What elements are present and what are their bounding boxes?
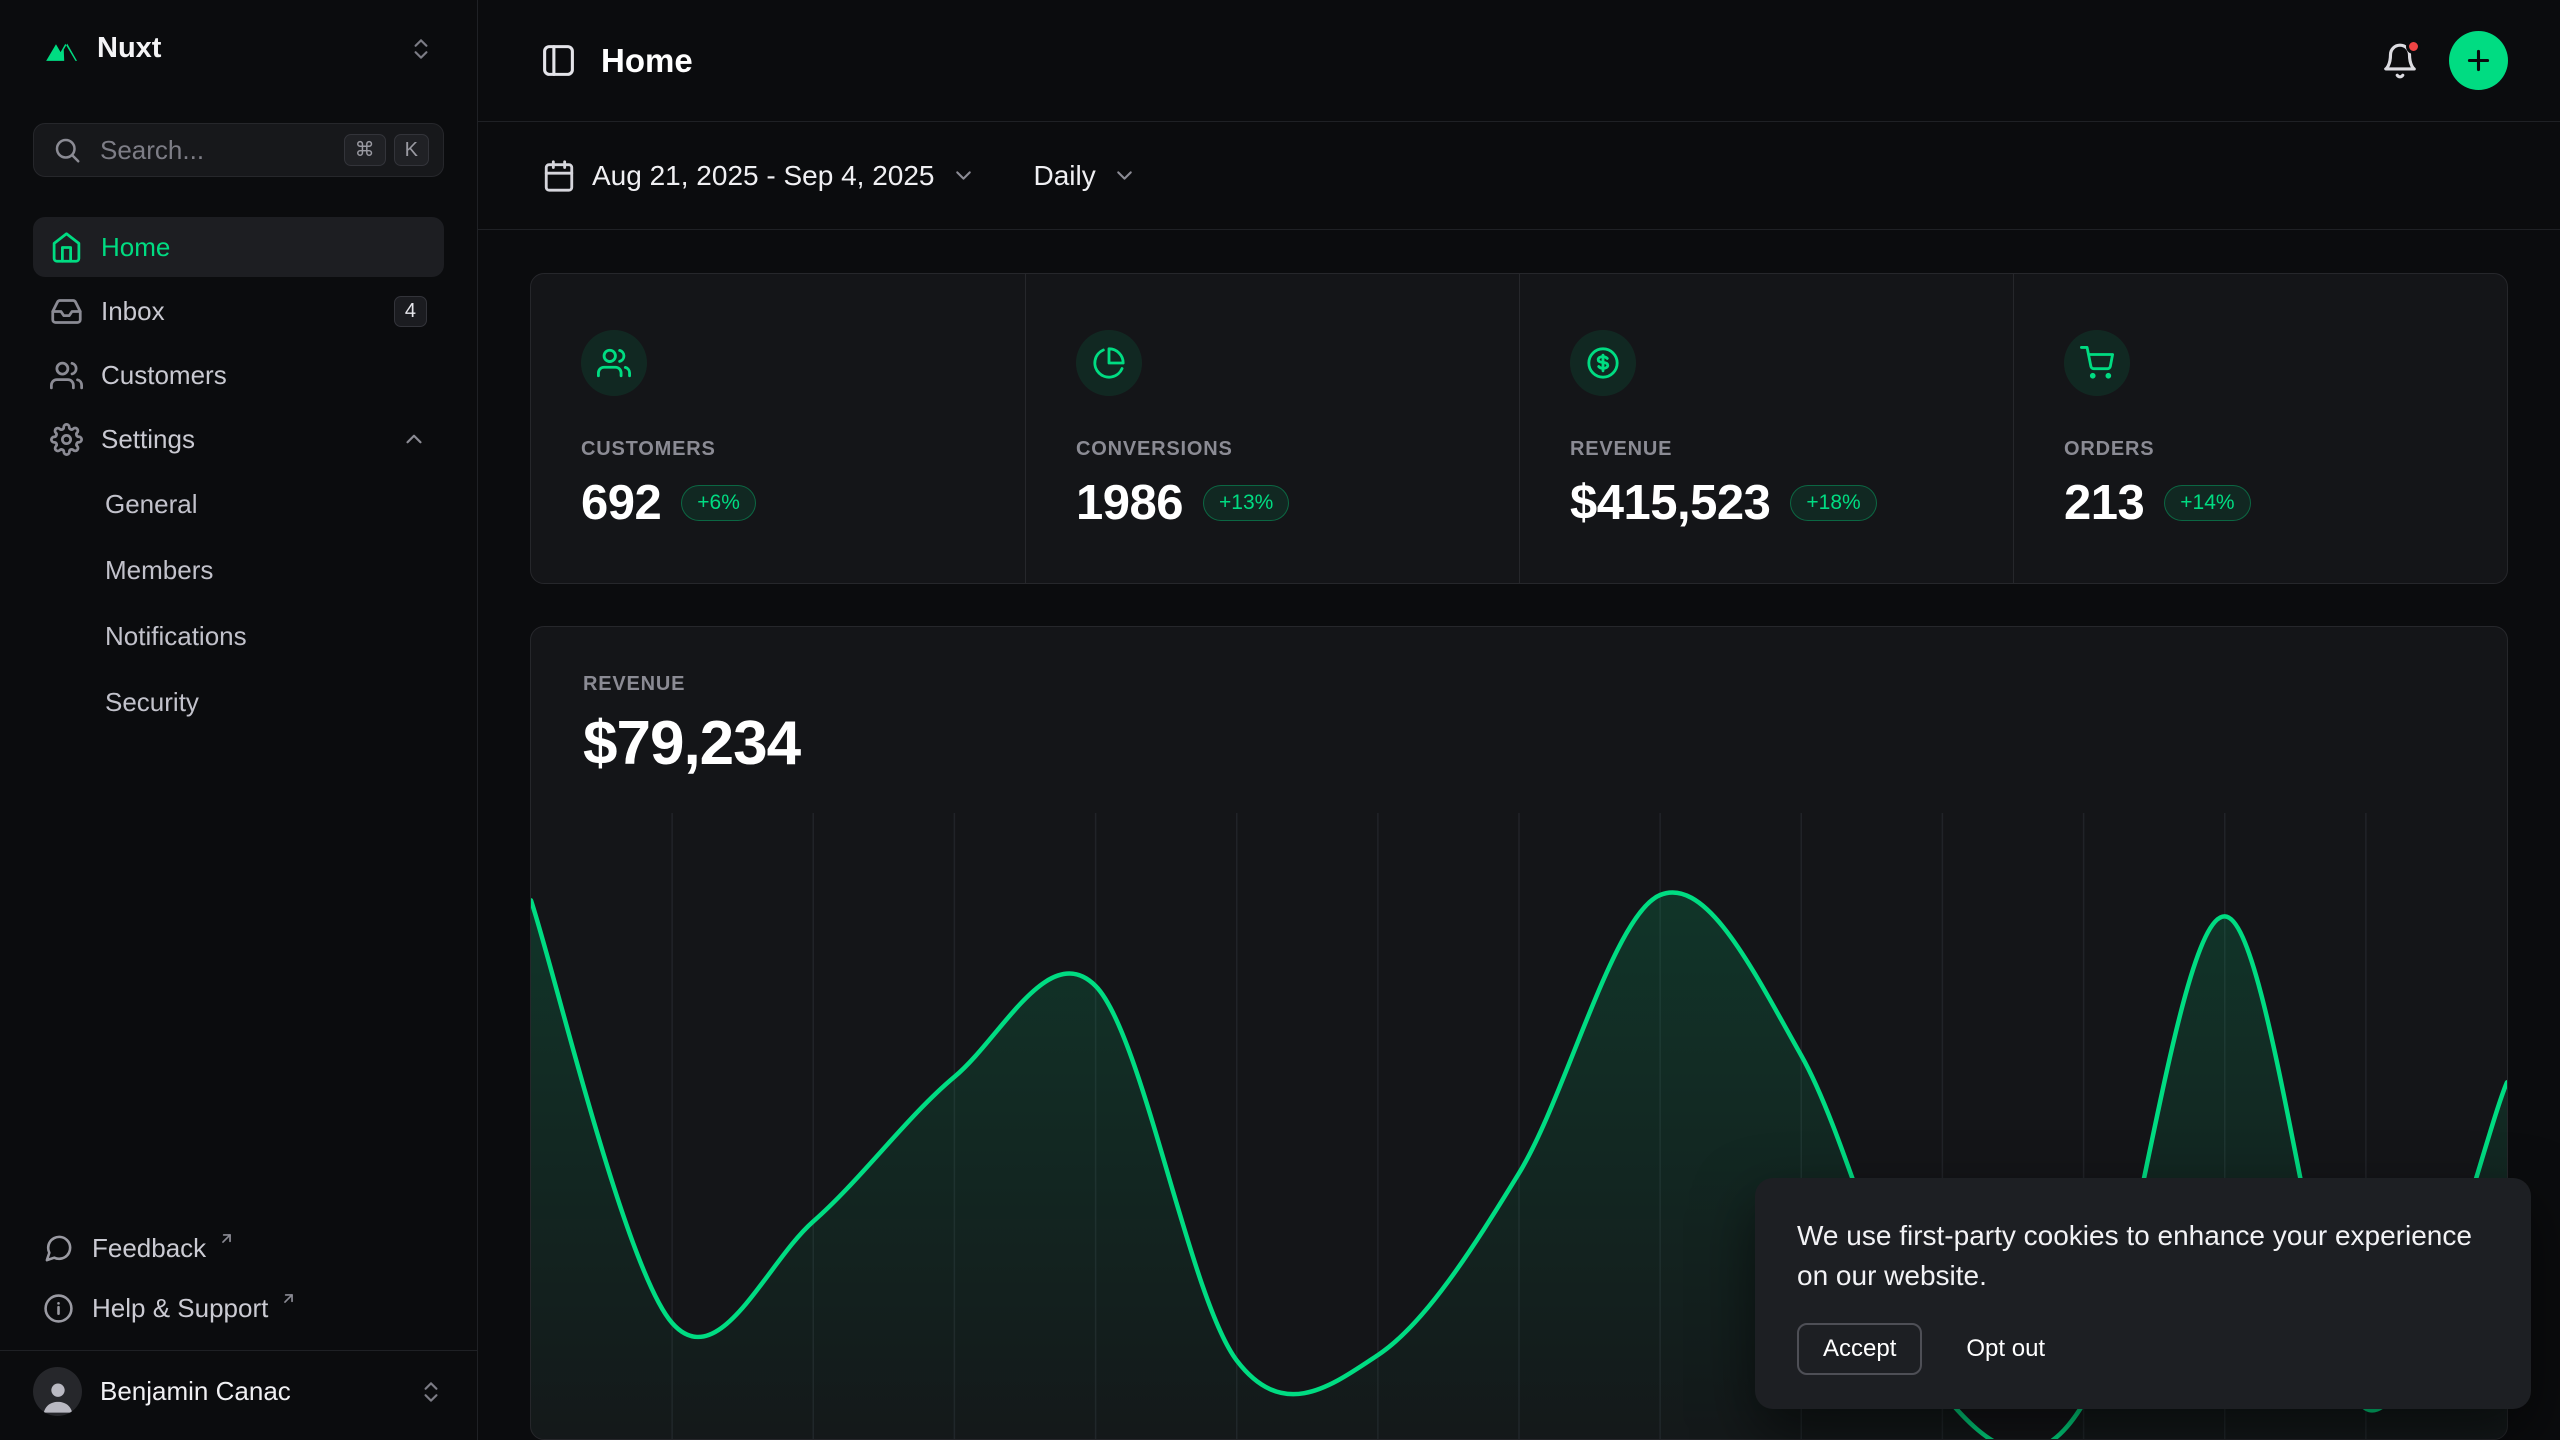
feedback-link[interactable]: Feedback [33,1218,444,1278]
filterbar: Aug 21, 2025 - Sep 4, 2025 Daily [478,122,2560,230]
search-placeholder: Search... [100,135,204,166]
topbar-actions [2381,31,2508,90]
granularity-select[interactable]: Daily [1034,160,1137,192]
stat-delta-badge: +6% [681,485,756,521]
sidebar-item-settings[interactable]: Settings [33,409,444,469]
sidebar-item-label: Customers [101,360,227,391]
panel-left-icon[interactable] [540,42,577,79]
date-range-picker[interactable]: Aug 21, 2025 - Sep 4, 2025 [542,159,976,193]
topbar: Home [478,0,2560,122]
stat-card-customers[interactable]: CUSTOMERS 692 +6% [531,274,1025,583]
stat-card-conversions[interactable]: CONVERSIONS 1986 +13% [1025,274,1519,583]
external-link-icon [218,1230,235,1247]
stat-delta-badge: +13% [1203,485,1289,521]
stat-card-orders[interactable]: ORDERS 213 +14% [2013,274,2507,583]
external-link-icon [280,1290,297,1307]
footer-link-label: Help & Support [92,1293,268,1324]
chevron-down-icon [1112,163,1137,188]
user-menu[interactable]: Benjamin Canac [0,1350,477,1430]
help-support-link[interactable]: Help & Support [33,1278,444,1338]
stat-value: 213 [2064,475,2144,531]
sidebar: Nuxt Search... ⌘ K Home Inbox 4 [0,0,478,1440]
sidebar-item-general[interactable]: General [33,473,444,535]
revenue-panel-label: REVENUE [583,673,2455,696]
pie-chart-icon [1092,346,1126,380]
sidebar-item-label: Notifications [105,621,247,652]
search-shortcut: ⌘ K [344,134,429,166]
notifications-button[interactable] [2381,42,2419,80]
workspace-switcher[interactable]: Nuxt [33,28,444,69]
stat-value: 1986 [1076,475,1183,531]
cookie-message: We use first-party cookies to enhance yo… [1797,1216,2489,1297]
add-button[interactable] [2449,31,2508,90]
page-title: Home [601,42,693,80]
stat-delta-badge: +18% [1790,485,1876,521]
sidebar-item-customers[interactable]: Customers [33,345,444,405]
stat-card-revenue[interactable]: REVENUE $415,523 +18% [1519,274,2013,583]
revenue-panel-value: $79,234 [583,708,2455,779]
sidebar-item-label: Settings [101,424,195,455]
kbd-k: K [394,134,429,166]
search-input[interactable]: Search... ⌘ K [33,123,444,177]
sidebar-item-label: Members [105,555,213,586]
users-icon [597,346,631,380]
footer-link-label: Feedback [92,1233,206,1264]
search-icon [52,135,82,165]
chevron-up-icon [401,426,427,452]
users-icon [50,359,83,392]
sidebar-footer: Feedback Help & Support Benjamin Canac [33,1218,444,1430]
opt-out-button[interactable]: Opt out [1966,1335,2045,1363]
sidebar-item-members[interactable]: Members [33,539,444,601]
workspace-name: Nuxt [97,32,161,65]
date-range-value: Aug 21, 2025 - Sep 4, 2025 [592,160,935,192]
sidebar-item-notifications[interactable]: Notifications [33,605,444,667]
message-bubble-icon [43,1233,74,1264]
user-name: Benjamin Canac [100,1376,291,1407]
kbd-cmd: ⌘ [344,134,386,166]
info-circle-icon [43,1293,74,1324]
stat-value: 692 [581,475,661,531]
sidebar-nav: Home Inbox 4 Customers Settings General [33,217,444,733]
cookie-banner: We use first-party cookies to enhance yo… [1755,1178,2531,1409]
stat-label: CONVERSIONS [1076,438,1469,461]
stat-delta-badge: +14% [2164,485,2250,521]
nuxt-logo-icon [43,36,81,62]
chevron-down-icon [951,163,976,188]
sidebar-item-label: Home [101,232,170,263]
stat-value: $415,523 [1570,475,1770,531]
sidebar-item-label: General [105,489,198,520]
sidebar-item-inbox[interactable]: Inbox 4 [33,281,444,341]
granularity-value: Daily [1034,160,1096,192]
stat-icon-circle [1570,330,1636,396]
stat-label: ORDERS [2064,438,2457,461]
home-icon [50,231,83,264]
dollar-circle-icon [1586,346,1620,380]
sidebar-item-home[interactable]: Home [33,217,444,277]
sidebar-item-label: Inbox [101,296,165,327]
plus-icon [2463,45,2494,76]
inbox-icon [50,295,83,328]
stats-row: CUSTOMERS 692 +6% CONVERSIONS 1986 +13% [530,273,2508,584]
notification-dot [2406,39,2421,54]
stat-icon-circle [581,330,647,396]
stat-label: REVENUE [1570,438,1963,461]
avatar [33,1367,82,1416]
cart-icon [2080,346,2114,380]
sidebar-item-label: Security [105,687,199,718]
inbox-count-badge: 4 [394,296,427,327]
chevron-up-down-icon [408,36,434,62]
calendar-icon [542,159,576,193]
stat-label: CUSTOMERS [581,438,975,461]
chevron-up-down-icon [418,1379,444,1405]
sidebar-item-security[interactable]: Security [33,671,444,733]
stat-icon-circle [1076,330,1142,396]
stat-icon-circle [2064,330,2130,396]
accept-button[interactable]: Accept [1797,1323,1922,1375]
gear-icon [50,423,83,456]
